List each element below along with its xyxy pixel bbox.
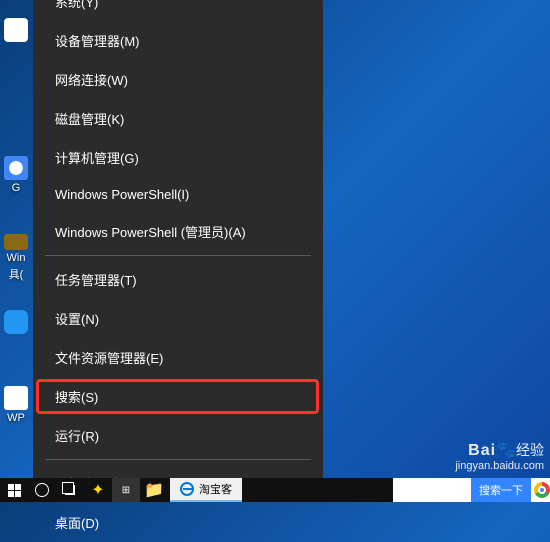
windows-logo-icon (8, 484, 21, 497)
desktop-icon-wintools[interactable]: Win 具( (2, 234, 30, 282)
watermark-brand: Bai (468, 442, 496, 459)
desktop-label: 具( (9, 266, 24, 282)
menu-item-task-manager[interactable]: 任务管理器(T) (33, 260, 323, 299)
menu-item-desktop[interactable]: 桌面(D) (33, 503, 323, 542)
desktop-icon-google[interactable]: G (2, 156, 30, 204)
edge-icon (180, 482, 194, 496)
desktop-label: Win (7, 252, 26, 264)
menu-separator (45, 255, 311, 256)
watermark-url: jingyan.baidu.com (455, 460, 544, 472)
start-button[interactable] (0, 478, 28, 502)
menu-item-system[interactable]: 系统(Y) (33, 0, 323, 21)
search-input[interactable] (393, 480, 471, 500)
desktop-icon[interactable] (2, 18, 30, 66)
chrome-icon[interactable] (534, 482, 550, 498)
menu-item-computer-mgmt[interactable]: 计算机管理(G) (33, 138, 323, 177)
menu-item-search[interactable]: 搜索(S) (33, 377, 323, 416)
menu-item-powershell[interactable]: Windows PowerShell(I) (33, 177, 323, 212)
cortana-button[interactable] (28, 478, 56, 502)
watermark-brand-cn: 经验 (516, 442, 544, 458)
baidu-search-box: 搜索一下 (393, 478, 550, 502)
app-title: 淘宝客 (199, 481, 232, 497)
menu-item-powershell-admin[interactable]: Windows PowerShell (管理员)(A) (33, 212, 323, 251)
menu-item-disk-mgmt[interactable]: 磁盘管理(K) (33, 99, 323, 138)
watermark: Bai🐾经验 jingyan.baidu.com (455, 440, 544, 472)
menu-item-explorer[interactable]: 文件资源管理器(E) (33, 338, 323, 377)
taskbar-running-app-edge[interactable]: 淘宝客 (170, 478, 242, 502)
desktop-icon-app[interactable] (2, 310, 30, 358)
taskbar-app-1[interactable]: ✦ (84, 478, 112, 502)
taskbar-app-3[interactable]: 📁 (140, 478, 168, 502)
search-button[interactable]: 搜索一下 (471, 478, 531, 502)
circle-icon (35, 483, 49, 497)
power-user-menu: 系统(Y) 设备管理器(M) 网络连接(W) 磁盘管理(K) 计算机管理(G) … (33, 0, 323, 478)
desktop-label: WP (7, 412, 25, 424)
desktop-label: G (12, 182, 21, 194)
menu-item-network[interactable]: 网络连接(W) (33, 60, 323, 99)
desktop-icon-wps[interactable]: WP (2, 386, 30, 434)
desktop-icons: G Win 具( WP (0, 0, 30, 462)
menu-item-settings[interactable]: 设置(N) (33, 299, 323, 338)
menu-item-run[interactable]: 运行(R) (33, 416, 323, 455)
menu-separator (45, 459, 311, 460)
menu-item-device-manager[interactable]: 设备管理器(M) (33, 21, 323, 60)
taskbar-app-2[interactable]: ⊞ (112, 478, 140, 502)
task-view-button[interactable] (56, 478, 84, 502)
task-view-icon (65, 485, 75, 495)
